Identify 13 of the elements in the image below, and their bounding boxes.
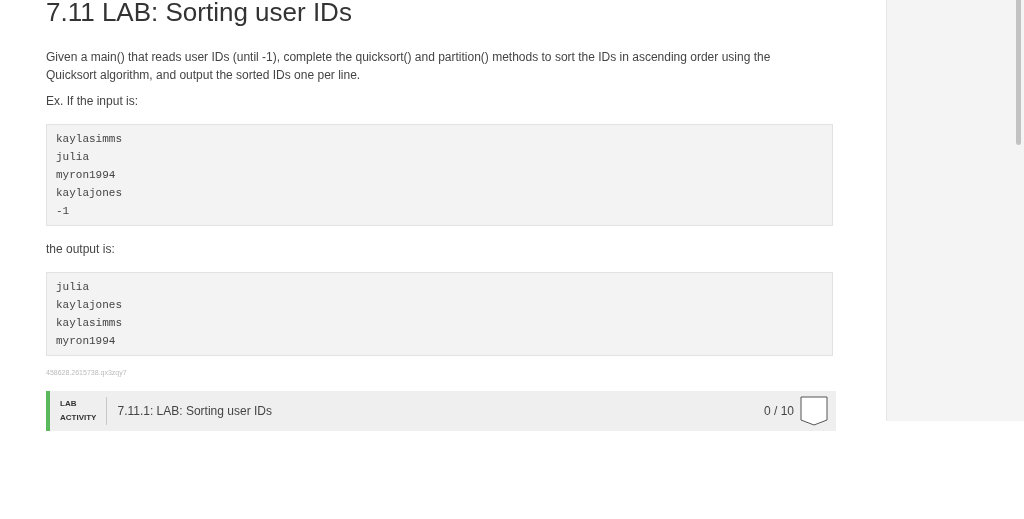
description-text: Given a main() that reads user IDs (until -1), complete the quicksort() and partition() methods to sort the IDs in ascending order using the Quicksort algorithm, and output the sorted IDs one per line. (46, 49, 772, 84)
input-label: Ex. If the input is: (46, 93, 140, 110)
banner-icon (800, 395, 828, 426)
lab-activity-label: LAB (60, 397, 78, 410)
code-block: julia kaylajones kaylasimms myron1994 (46, 272, 833, 356)
lab-activity-bar[interactable]: LAB ACTIVITY 7.11.1: LAB: Sorting user IDs 0 / 10 (46, 390, 836, 431)
activity-title: 7.11.1: LAB: Sorting user IDs (117, 402, 272, 420)
page-title: 7.11 LAB: Sorting user IDs (46, 0, 353, 28)
code-block: kaylasimms julia myron1994 kaylajones -1 (46, 124, 833, 226)
scrollbar-thumb[interactable] (1016, 0, 1021, 145)
score-text: 0 / 10 (763, 402, 794, 420)
output-label: the output is: (46, 241, 116, 258)
lab-activity-label: ACTIVITY (60, 411, 97, 424)
